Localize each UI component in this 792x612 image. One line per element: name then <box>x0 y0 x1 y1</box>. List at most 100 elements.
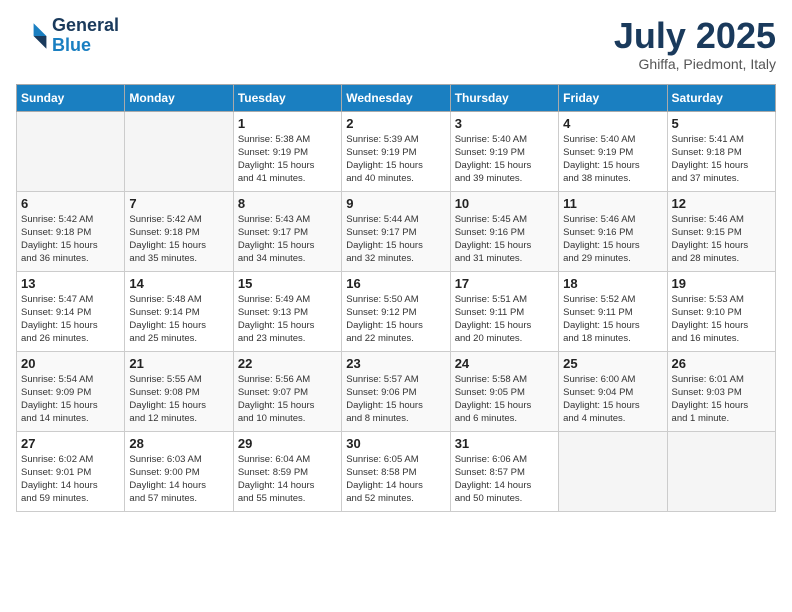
calendar-week-row: 6Sunrise: 5:42 AM Sunset: 9:18 PM Daylig… <box>17 191 776 271</box>
calendar-cell: 11 Sunrise: 5:46 AM Sunset: 9:16 PM Dayli… <box>559 191 667 271</box>
day-info: Sunrise: 6:01 AM Sunset: 9:03 PM Dayligh… <box>672 373 771 426</box>
title-block: July 2025 Ghiffa, Piedmont, Italy <box>614 16 776 72</box>
day-info: Sunrise: 5:46 AM Sunset: 9:16 PM Dayligh… <box>563 213 662 266</box>
calendar-cell: 2Sunrise: 5:39 AM Sunset: 9:19 PM Daylig… <box>342 111 450 191</box>
day-number: 7 <box>129 196 228 211</box>
day-number: 21 <box>129 356 228 371</box>
calendar-cell: 25 Sunrise: 6:00 AM Sunset: 9:04 PM Dayli… <box>559 351 667 431</box>
day-info: Sunrise: 5:54 AM Sunset: 9:09 PM Dayligh… <box>21 373 120 426</box>
calendar-cell: 12 Sunrise: 5:46 AM Sunset: 9:15 PM Dayli… <box>667 191 775 271</box>
calendar-cell: 23 Sunrise: 5:57 AM Sunset: 9:06 PM Dayli… <box>342 351 450 431</box>
calendar-cell <box>667 431 775 511</box>
day-number: 9 <box>346 196 445 211</box>
day-number: 4 <box>563 116 662 131</box>
calendar-cell: 14 Sunrise: 5:48 AM Sunset: 9:14 PM Dayli… <box>125 271 233 351</box>
day-info: Sunrise: 5:52 AM Sunset: 9:11 PM Dayligh… <box>563 293 662 346</box>
logo-icon <box>16 20 48 52</box>
day-info: Sunrise: 5:57 AM Sunset: 9:06 PM Dayligh… <box>346 373 445 426</box>
day-info: Sunrise: 5:58 AM Sunset: 9:05 PM Dayligh… <box>455 373 554 426</box>
day-number: 1 <box>238 116 337 131</box>
day-number: 16 <box>346 276 445 291</box>
calendar-week-row: 27 Sunrise: 6:02 AM Sunset: 9:01 PM Dayli… <box>17 431 776 511</box>
day-info: Sunrise: 5:43 AM Sunset: 9:17 PM Dayligh… <box>238 213 337 266</box>
calendar-cell: 29Sunrise: 6:04 AM Sunset: 8:59 PM Dayli… <box>233 431 341 511</box>
day-number: 10 <box>455 196 554 211</box>
weekday-header-wednesday: Wednesday <box>342 84 450 111</box>
day-number: 22 <box>238 356 337 371</box>
calendar-table: SundayMondayTuesdayWednesdayThursdayFrid… <box>16 84 776 512</box>
day-number: 12 <box>672 196 771 211</box>
day-info: Sunrise: 6:06 AM Sunset: 8:57 PM Dayligh… <box>455 453 554 506</box>
calendar-cell: 20 Sunrise: 5:54 AM Sunset: 9:09 PM Dayli… <box>17 351 125 431</box>
calendar-cell: 22 Sunrise: 5:56 AM Sunset: 9:07 PM Dayli… <box>233 351 341 431</box>
calendar-cell: 26 Sunrise: 6:01 AM Sunset: 9:03 PM Dayli… <box>667 351 775 431</box>
day-info: Sunrise: 6:02 AM Sunset: 9:01 PM Dayligh… <box>21 453 120 506</box>
day-info: Sunrise: 5:47 AM Sunset: 9:14 PM Dayligh… <box>21 293 120 346</box>
calendar-cell: 27 Sunrise: 6:02 AM Sunset: 9:01 PM Dayli… <box>17 431 125 511</box>
calendar-cell: 10 Sunrise: 5:45 AM Sunset: 9:16 PM Dayli… <box>450 191 558 271</box>
location: Ghiffa, Piedmont, Italy <box>614 56 776 72</box>
day-number: 25 <box>563 356 662 371</box>
day-number: 23 <box>346 356 445 371</box>
day-info: Sunrise: 5:42 AM Sunset: 9:18 PM Dayligh… <box>129 213 228 266</box>
calendar-cell: 7 Sunrise: 5:42 AM Sunset: 9:18 PM Daylig… <box>125 191 233 271</box>
day-number: 26 <box>672 356 771 371</box>
day-info: Sunrise: 5:49 AM Sunset: 9:13 PM Dayligh… <box>238 293 337 346</box>
day-number: 3 <box>455 116 554 131</box>
calendar-cell: 4 Sunrise: 5:40 AM Sunset: 9:19 PM Daylig… <box>559 111 667 191</box>
logo-blue: Blue <box>52 35 91 55</box>
calendar-cell <box>125 111 233 191</box>
day-number: 19 <box>672 276 771 291</box>
calendar-cell: 17Sunrise: 5:51 AM Sunset: 9:11 PM Dayli… <box>450 271 558 351</box>
calendar-cell: 9 Sunrise: 5:44 AM Sunset: 9:17 PM Daylig… <box>342 191 450 271</box>
day-info: Sunrise: 6:00 AM Sunset: 9:04 PM Dayligh… <box>563 373 662 426</box>
calendar-cell: 19 Sunrise: 5:53 AM Sunset: 9:10 PM Dayli… <box>667 271 775 351</box>
day-info: Sunrise: 5:38 AM Sunset: 9:19 PM Dayligh… <box>238 133 337 186</box>
day-number: 27 <box>21 436 120 451</box>
day-info: Sunrise: 5:42 AM Sunset: 9:18 PM Dayligh… <box>21 213 120 266</box>
day-number: 14 <box>129 276 228 291</box>
day-info: Sunrise: 5:50 AM Sunset: 9:12 PM Dayligh… <box>346 293 445 346</box>
weekday-header-monday: Monday <box>125 84 233 111</box>
day-info: Sunrise: 5:55 AM Sunset: 9:08 PM Dayligh… <box>129 373 228 426</box>
day-info: Sunrise: 5:45 AM Sunset: 9:16 PM Dayligh… <box>455 213 554 266</box>
calendar-cell: 1 Sunrise: 5:38 AM Sunset: 9:19 PM Daylig… <box>233 111 341 191</box>
day-number: 11 <box>563 196 662 211</box>
day-info: Sunrise: 5:48 AM Sunset: 9:14 PM Dayligh… <box>129 293 228 346</box>
day-info: Sunrise: 5:39 AM Sunset: 9:19 PM Dayligh… <box>346 133 445 186</box>
calendar-cell <box>17 111 125 191</box>
weekday-header-sunday: Sunday <box>17 84 125 111</box>
day-info: Sunrise: 6:05 AM Sunset: 8:58 PM Dayligh… <box>346 453 445 506</box>
day-info: Sunrise: 5:41 AM Sunset: 9:18 PM Dayligh… <box>672 133 771 186</box>
day-number: 20 <box>21 356 120 371</box>
logo: General Blue <box>16 16 119 56</box>
calendar-cell: 30Sunrise: 6:05 AM Sunset: 8:58 PM Dayli… <box>342 431 450 511</box>
calendar-cell: 8 Sunrise: 5:43 AM Sunset: 9:17 PM Daylig… <box>233 191 341 271</box>
day-info: Sunrise: 5:46 AM Sunset: 9:15 PM Dayligh… <box>672 213 771 266</box>
day-number: 18 <box>563 276 662 291</box>
day-info: Sunrise: 5:40 AM Sunset: 9:19 PM Dayligh… <box>563 133 662 186</box>
calendar-cell: 16 Sunrise: 5:50 AM Sunset: 9:12 PM Dayli… <box>342 271 450 351</box>
day-info: Sunrise: 5:44 AM Sunset: 9:17 PM Dayligh… <box>346 213 445 266</box>
day-info: Sunrise: 6:03 AM Sunset: 9:00 PM Dayligh… <box>129 453 228 506</box>
day-number: 31 <box>455 436 554 451</box>
calendar-cell: 24 Sunrise: 5:58 AM Sunset: 9:05 PM Dayli… <box>450 351 558 431</box>
day-info: Sunrise: 5:53 AM Sunset: 9:10 PM Dayligh… <box>672 293 771 346</box>
calendar-cell: 13Sunrise: 5:47 AM Sunset: 9:14 PM Dayli… <box>17 271 125 351</box>
weekday-header-friday: Friday <box>559 84 667 111</box>
calendar-cell: 6Sunrise: 5:42 AM Sunset: 9:18 PM Daylig… <box>17 191 125 271</box>
calendar-cell: 21 Sunrise: 5:55 AM Sunset: 9:08 PM Dayli… <box>125 351 233 431</box>
calendar-cell: 3Sunrise: 5:40 AM Sunset: 9:19 PM Daylig… <box>450 111 558 191</box>
day-info: Sunrise: 5:56 AM Sunset: 9:07 PM Dayligh… <box>238 373 337 426</box>
logo-general: General <box>52 15 119 35</box>
weekday-header-saturday: Saturday <box>667 84 775 111</box>
calendar-cell: 18 Sunrise: 5:52 AM Sunset: 9:11 PM Dayli… <box>559 271 667 351</box>
day-number: 28 <box>129 436 228 451</box>
day-number: 8 <box>238 196 337 211</box>
day-number: 24 <box>455 356 554 371</box>
logo-text: General Blue <box>52 16 119 56</box>
calendar-week-row: 1 Sunrise: 5:38 AM Sunset: 9:19 PM Daylig… <box>17 111 776 191</box>
calendar-week-row: 13Sunrise: 5:47 AM Sunset: 9:14 PM Dayli… <box>17 271 776 351</box>
calendar-cell: 5Sunrise: 5:41 AM Sunset: 9:18 PM Daylig… <box>667 111 775 191</box>
calendar-week-row: 20 Sunrise: 5:54 AM Sunset: 9:09 PM Dayli… <box>17 351 776 431</box>
